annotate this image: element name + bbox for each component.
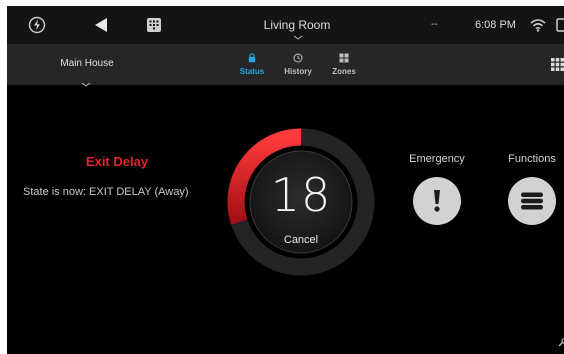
zones-icon	[322, 52, 366, 64]
room-title[interactable]: Living Room	[247, 18, 347, 32]
arming-mode-label: Exit Delay	[85, 154, 149, 169]
tab-history[interactable]: History	[276, 52, 320, 76]
functions-button[interactable]: Functions	[497, 153, 564, 225]
room-chevron-icon[interactable]	[293, 35, 303, 40]
back-icon[interactable]	[89, 6, 113, 44]
status-dash: --	[431, 19, 438, 30]
menu-icon[interactable]	[508, 177, 556, 225]
tab-zones-label: Zones	[332, 67, 356, 76]
grid-icon[interactable]	[551, 58, 564, 76]
tool-icon[interactable]	[558, 334, 564, 352]
app-screen: Living Room -- 6:08 PM Main House Status	[7, 6, 564, 354]
history-icon	[276, 52, 320, 64]
tab-history-label: History	[284, 67, 312, 76]
tab-status-label: Status	[239, 67, 265, 76]
partition-selector[interactable]: Main House	[47, 58, 127, 69]
state-text: State is now: EXIT DELAY (Away)	[23, 186, 189, 198]
partition-chevron-icon[interactable]	[81, 74, 91, 92]
functions-label: Functions	[508, 153, 556, 165]
tab-zones[interactable]: Zones	[322, 52, 366, 76]
cancel-button[interactable]	[262, 164, 340, 246]
lock-icon	[230, 52, 274, 64]
top-status-bar: Living Room -- 6:08 PM	[7, 6, 564, 44]
battery-icon	[556, 6, 564, 44]
nav-bar: Main House Status History Zones	[7, 44, 564, 87]
exclamation-icon[interactable]	[413, 177, 461, 225]
tab-status[interactable]: Status	[230, 52, 274, 76]
keypad-icon[interactable]	[142, 6, 166, 44]
logo-icon[interactable]	[25, 6, 49, 44]
emergency-button[interactable]: Emergency	[402, 153, 472, 225]
wifi-icon	[528, 6, 548, 44]
clock: 6:08 PM	[475, 19, 516, 31]
emergency-label: Emergency	[409, 153, 465, 165]
